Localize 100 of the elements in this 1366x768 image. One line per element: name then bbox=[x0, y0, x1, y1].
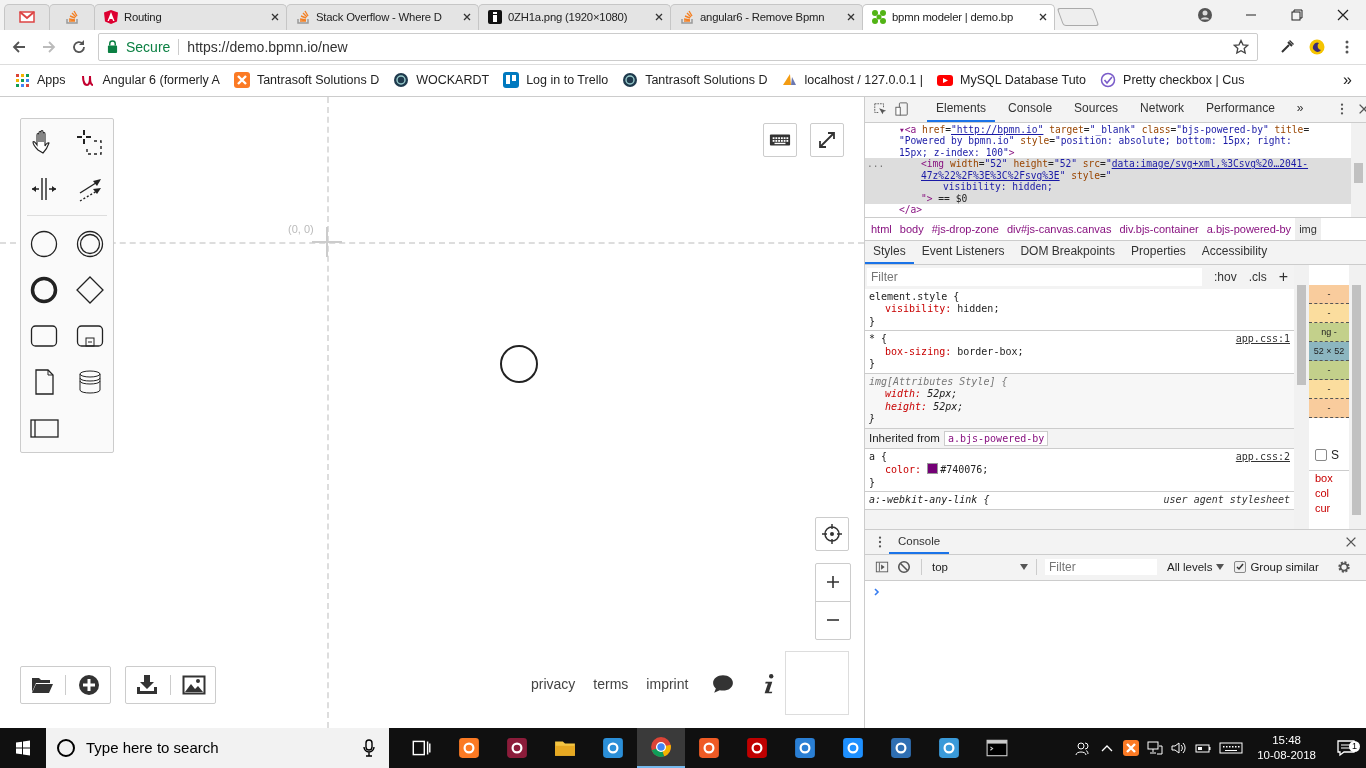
context-dropdown[interactable]: top bbox=[930, 561, 1028, 574]
dom-line[interactable]: 15px; z-index: 100"> bbox=[865, 146, 1351, 159]
levels-dropdown[interactable]: All levels bbox=[1167, 561, 1225, 574]
bookmark[interactable]: Angular 6 (formerly A bbox=[79, 72, 220, 89]
checkbox[interactable] bbox=[1315, 448, 1327, 461]
chrome-icon[interactable] bbox=[650, 736, 672, 758]
footer-link[interactable]: terms bbox=[593, 675, 629, 692]
css-declaration[interactable]: height: 52px; bbox=[869, 400, 1290, 414]
app-icon[interactable] bbox=[458, 737, 480, 759]
close-icon[interactable] bbox=[1038, 12, 1048, 23]
start-event-shape[interactable] bbox=[499, 343, 539, 384]
app-icon[interactable] bbox=[746, 737, 768, 759]
network-icon[interactable] bbox=[1147, 740, 1164, 756]
source-link[interactable]: app.css:1 bbox=[1235, 333, 1290, 346]
devtools-tab[interactable]: Elements bbox=[927, 96, 996, 122]
xampp-icon[interactable] bbox=[1123, 740, 1140, 756]
sidebar-tab[interactable]: Accessibility bbox=[1193, 240, 1276, 264]
devtools-tab[interactable]: Network bbox=[1131, 96, 1194, 122]
speaker-icon[interactable] bbox=[1171, 740, 1188, 756]
new-rule-button[interactable]: + bbox=[1278, 267, 1288, 286]
sidebar-tab[interactable]: Properties bbox=[1123, 240, 1194, 264]
device-icon[interactable] bbox=[893, 100, 911, 119]
css-declaration[interactable]: visibility: hidden; bbox=[869, 303, 1290, 316]
star-icon[interactable] bbox=[1233, 38, 1249, 55]
people-icon[interactable] bbox=[1075, 740, 1092, 756]
close-icon[interactable] bbox=[270, 12, 280, 23]
computed-property[interactable]: col bbox=[1309, 485, 1349, 501]
gateway-diamond-icon[interactable] bbox=[75, 274, 105, 305]
terminal-icon[interactable] bbox=[986, 737, 1008, 759]
dom-line[interactable]: ▾<a href="http://bpmn.io" target="_blank" class="bjs-powered-by" title= bbox=[865, 123, 1351, 136]
sidebar-tab[interactable]: Event Listeners bbox=[913, 240, 1013, 264]
app-icon[interactable] bbox=[602, 737, 624, 759]
clock[interactable]: 15:48 10-08-2018 bbox=[1247, 733, 1326, 763]
app-icon[interactable] bbox=[842, 737, 864, 759]
scrollbar[interactable] bbox=[1294, 264, 1309, 529]
color-swatch[interactable] bbox=[927, 463, 939, 475]
app-icon[interactable] bbox=[794, 737, 816, 759]
class-button[interactable]: .cls bbox=[1248, 269, 1267, 284]
browser-tab[interactable]: bpmn modeler | demo.bp bbox=[862, 3, 1055, 30]
browser-tab[interactable] bbox=[4, 3, 50, 30]
bookmark[interactable]: Tantrasoft Solutions D bbox=[233, 72, 380, 89]
source-link[interactable]: app.css:2 bbox=[1235, 450, 1290, 464]
speech-bubble-icon[interactable] bbox=[712, 672, 735, 695]
devtools-tab[interactable]: Performance bbox=[1197, 96, 1284, 122]
css-declaration[interactable]: width: 52px; bbox=[869, 388, 1290, 401]
browser-tab[interactable]: Routing bbox=[94, 3, 287, 30]
taskbar-search-field[interactable]: Type here to search bbox=[46, 728, 389, 768]
filter-field[interactable]: Filter bbox=[867, 267, 1202, 286]
bookmark[interactable]: Pretty checkbox | Cus bbox=[1100, 72, 1245, 89]
breadcrumb[interactable]: div#js-canvas.canvas bbox=[1002, 217, 1116, 240]
fullscreen-button[interactable] bbox=[810, 122, 844, 157]
address-bar[interactable]: Secure https://demo.bpmn.io/new bbox=[98, 32, 1258, 61]
css-declaration[interactable]: color: #740076; bbox=[869, 463, 1290, 477]
computed-property[interactable]: cur bbox=[1309, 500, 1349, 516]
taskbar-app[interactable] bbox=[637, 728, 685, 768]
microphone-icon[interactable] bbox=[363, 739, 375, 757]
devtools-tab[interactable]: Sources bbox=[1065, 96, 1128, 122]
breadcrumb[interactable]: #js-drop-zone bbox=[927, 217, 1003, 240]
footer-link[interactable]: imprint bbox=[646, 675, 689, 692]
bookmark[interactable]: Apps bbox=[14, 72, 66, 89]
breadcrumb[interactable]: html bbox=[867, 217, 896, 240]
devtools-tab[interactable]: Console bbox=[999, 96, 1062, 122]
sidebar-tab[interactable]: DOM Breakpoints bbox=[1012, 240, 1124, 264]
breadcrumb[interactable]: body bbox=[895, 217, 928, 240]
breadcrumb[interactable]: img bbox=[1295, 217, 1321, 240]
dom-line[interactable]: "Powered by bpmn.io" style="position: absolute; bottom: 15px; right: bbox=[865, 135, 1351, 147]
browser-tab[interactable]: Stack Overflow - Where D bbox=[286, 3, 479, 30]
browser-tab[interactable]: angular6 - Remove Bpmn bbox=[670, 3, 863, 30]
browser-tab[interactable]: 0ZH1a.png (1920×1080) bbox=[478, 3, 671, 30]
scrollbar[interactable] bbox=[1349, 264, 1366, 529]
bookmark[interactable]: localhost / 127.0.0.1 | bbox=[781, 72, 924, 89]
sidebar-tab[interactable]: Styles bbox=[865, 240, 914, 264]
intermediate-event-icon[interactable] bbox=[75, 228, 105, 259]
lasso-tool-icon[interactable] bbox=[75, 127, 105, 158]
bookmark[interactable]: WOCKARDT bbox=[393, 72, 490, 89]
console-filter-field[interactable]: Filter bbox=[1045, 559, 1157, 576]
footer-link[interactable]: privacy bbox=[531, 675, 576, 692]
close-icon[interactable] bbox=[462, 12, 472, 23]
app-icon[interactable] bbox=[938, 737, 960, 759]
hover-state-button[interactable]: :hov bbox=[1213, 269, 1237, 284]
computed-property[interactable]: box bbox=[1309, 470, 1349, 486]
bookmark[interactable]: Log in to Trello bbox=[503, 72, 609, 89]
drawer-tab[interactable]: Console bbox=[889, 529, 950, 554]
bookmark[interactable]: MySQL Database Tuto bbox=[937, 72, 1087, 89]
close-icon[interactable] bbox=[846, 12, 856, 23]
more-tabs-button[interactable]: » bbox=[1287, 96, 1313, 122]
inherited-selector[interactable]: a.bjs-powered-by bbox=[943, 430, 1049, 446]
css-declaration[interactable]: box-sizing: border-box; bbox=[869, 345, 1290, 359]
start-event-icon[interactable] bbox=[29, 228, 59, 259]
breadcrumb[interactable]: div.bjs-container bbox=[1115, 217, 1203, 240]
more-bookmarks-button[interactable]: » bbox=[1343, 71, 1352, 90]
keyboard-button[interactable] bbox=[763, 122, 797, 157]
app-icon[interactable] bbox=[506, 737, 528, 759]
breadcrumb[interactable]: a.bjs-powered-by bbox=[1202, 217, 1296, 240]
notifications-button[interactable]: 1 bbox=[1326, 738, 1366, 758]
dom-line[interactable]: </a> bbox=[865, 204, 1351, 216]
close-icon[interactable] bbox=[654, 12, 664, 23]
app-icon[interactable] bbox=[698, 737, 720, 759]
checkbox[interactable] bbox=[1234, 561, 1247, 574]
recenter-button[interactable] bbox=[815, 516, 849, 551]
